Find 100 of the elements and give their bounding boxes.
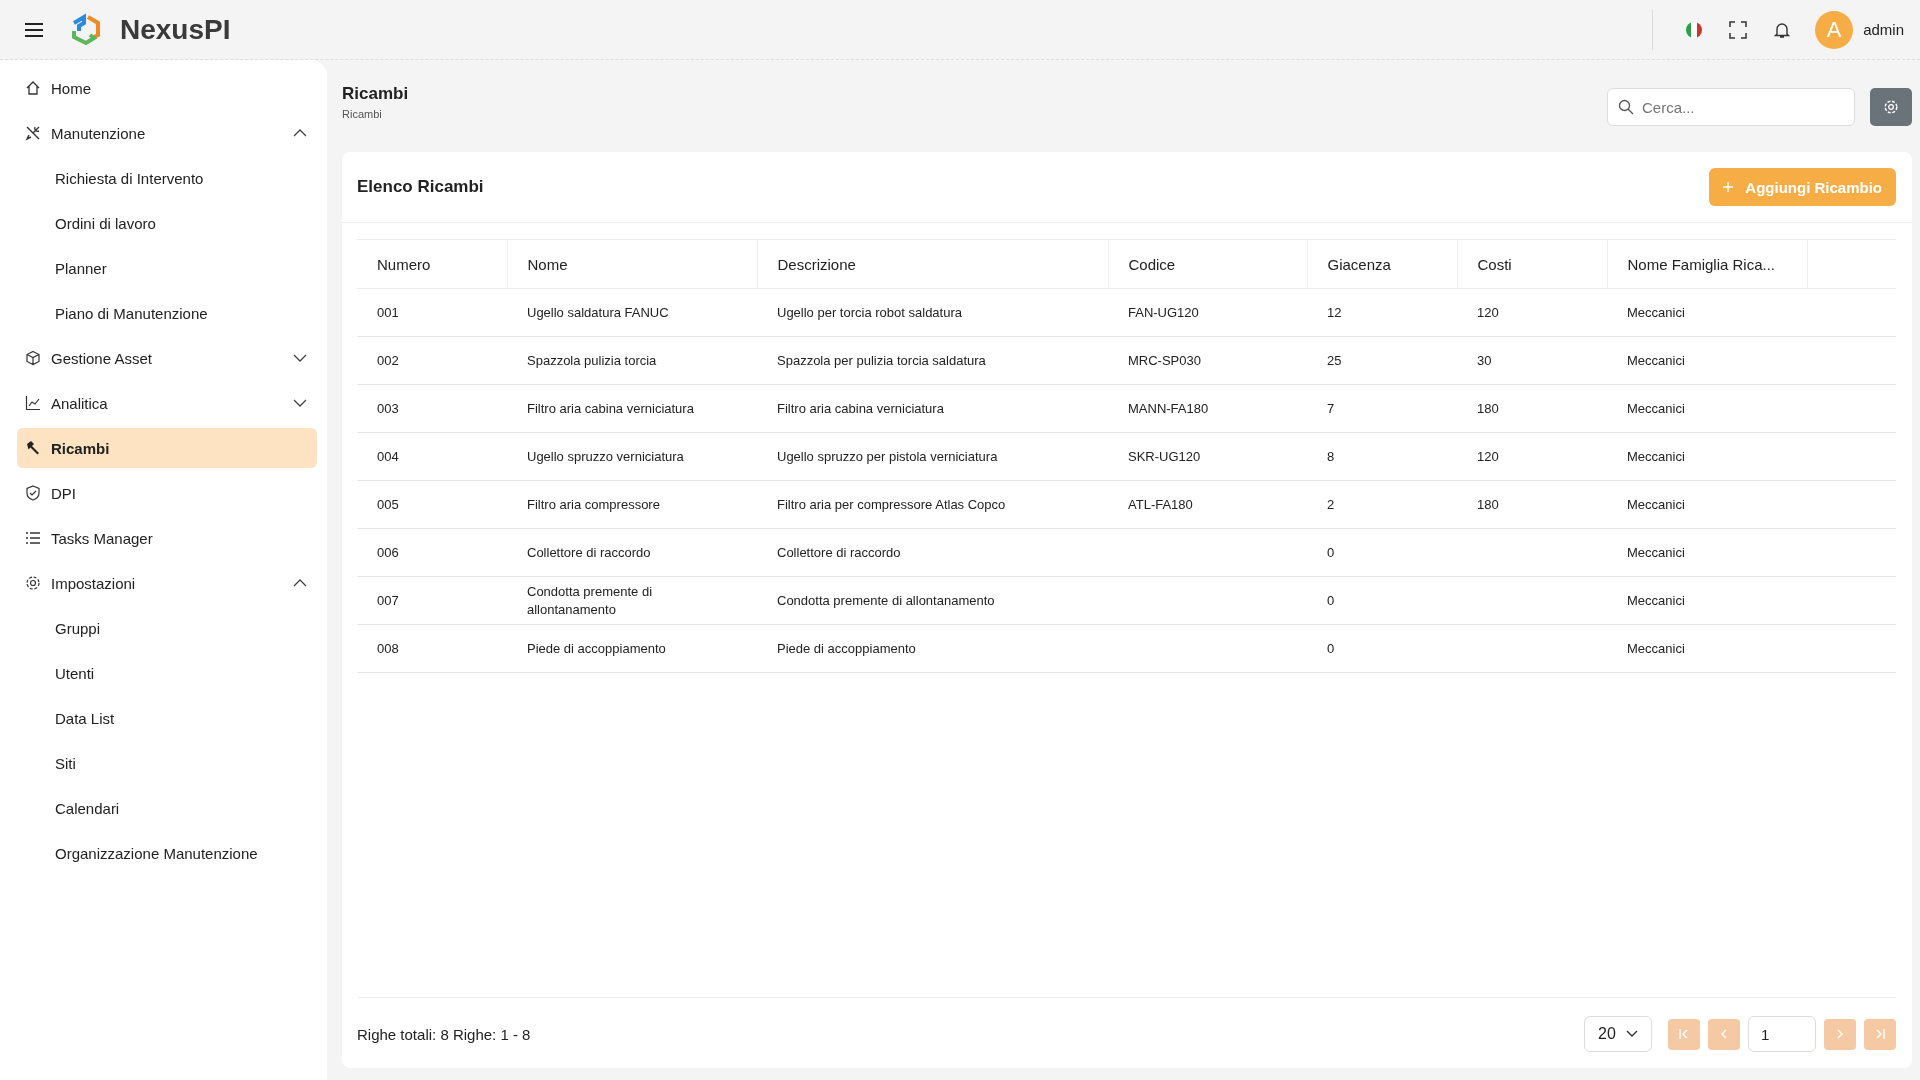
fullscreen-icon[interactable]: [1729, 20, 1748, 39]
sidebar-item[interactable]: Analitica: [17, 383, 317, 423]
table-cell: Ugello spruzzo per pistola verniciatura: [777, 448, 998, 464]
table-cell: Meccanici: [1627, 640, 1685, 656]
table-cell: 8: [1327, 448, 1335, 464]
table-cell: 007: [377, 592, 399, 608]
table-cell: MRC-SP030: [1128, 352, 1201, 368]
sidebar-item[interactable]: Impostazioni: [17, 563, 317, 603]
row-summary: Righe totali: 8 Righe: 1 - 8: [357, 1025, 531, 1043]
chevron-down-icon: [1625, 1030, 1638, 1038]
menu-icon[interactable]: [24, 21, 44, 38]
table-cell: 0: [1327, 640, 1335, 656]
table-cell: Meccanici: [1627, 304, 1685, 320]
table-cell: 002: [377, 352, 399, 368]
bell-icon[interactable]: [1773, 20, 1792, 39]
page-title: Ricambi: [342, 84, 409, 104]
plus-icon: [1723, 182, 1734, 192]
last-icon: [1874, 1028, 1886, 1040]
table-cell: Filtro aria per compressore Atlas Copco: [777, 496, 1006, 512]
table-cell: Piede di accoppiamento: [527, 640, 666, 656]
page-size-select[interactable]: 20: [1584, 1016, 1652, 1052]
column-header[interactable]: Codice: [1108, 239, 1307, 289]
table-cell: Collettore di raccordo: [777, 544, 901, 560]
table-cell: Meccanici: [1627, 400, 1685, 416]
chart-icon: [25, 395, 41, 411]
column-header[interactable]: Nome Famiglia Rica...: [1607, 239, 1807, 289]
page-number-field[interactable]: 1: [1748, 1016, 1816, 1052]
user-name[interactable]: admin: [1863, 21, 1904, 38]
sidebar-item[interactable]: DPI: [17, 473, 317, 513]
table-cell: 7: [1327, 400, 1335, 416]
table-cell: 006: [377, 544, 399, 560]
shield-icon: [25, 485, 41, 501]
table-cell: Meccanici: [1627, 544, 1685, 560]
sidebar-item[interactable]: Home: [17, 68, 317, 108]
sidebar-subitem[interactable]: Planner: [17, 248, 317, 288]
chevron-down-icon[interactable]: [293, 354, 307, 362]
table-cell: Meccanici: [1627, 352, 1685, 368]
column-header[interactable]: Nome: [507, 239, 757, 289]
flag-icon[interactable]: [1685, 20, 1704, 39]
table-cell: MANN-FA180: [1128, 400, 1209, 416]
table-cell: Spazzola pulizia torcia: [527, 352, 657, 368]
column-header[interactable]: Costi: [1457, 239, 1607, 289]
table-cell: 25: [1327, 352, 1342, 368]
search-field[interactable]: Cerca...: [1607, 88, 1855, 126]
chevron-down-icon[interactable]: [293, 399, 307, 407]
sidebar-subitem[interactable]: Ordini di lavoro: [17, 203, 317, 243]
table-cell: 12: [1327, 304, 1342, 320]
table-cell: ATL-FA180: [1128, 496, 1193, 512]
table-cell: Collettore di raccordo: [527, 544, 651, 560]
column-header[interactable]: Giacenza: [1307, 239, 1457, 289]
gear-icon: [25, 575, 41, 591]
table-cell: Ugello per torcia robot saldatura: [777, 304, 962, 320]
sidebar-subitem[interactable]: Utenti: [17, 653, 317, 693]
tools-icon: [25, 125, 41, 141]
sidebar-subitem[interactable]: Piano di Manutenzione: [17, 293, 317, 333]
breadcrumb[interactable]: Ricambi: [342, 108, 409, 120]
table-cell: FAN-UG120: [1128, 304, 1199, 320]
table-cell: Spazzola per pulizia torcia saldatura: [777, 352, 986, 368]
table-cell: Meccanici: [1627, 496, 1685, 512]
list-icon: [25, 530, 41, 546]
table-cell: Filtro aria compressore: [527, 496, 660, 512]
sidebar-item[interactable]: Ricambi: [17, 428, 317, 468]
column-header[interactable]: Numero: [357, 239, 507, 289]
sidebar-item[interactable]: Manutenzione: [17, 113, 317, 153]
sidebar-item[interactable]: Gestione Asset: [17, 338, 317, 378]
table-cell: 005: [377, 496, 399, 512]
chevron-up-icon[interactable]: [293, 129, 307, 137]
sidebar-subitem[interactable]: Data List: [17, 698, 317, 738]
table-cell: 2: [1327, 496, 1335, 512]
table-cell: Meccanici: [1627, 592, 1685, 608]
table-cell: 180: [1477, 496, 1499, 512]
table-cell: 0: [1327, 592, 1335, 608]
table-cell: SKR-UG120: [1128, 448, 1201, 464]
sidebar-subitem[interactable]: Gruppi: [17, 608, 317, 648]
table-cell: 003: [377, 400, 399, 416]
table-cell: Piede di accoppiamento: [777, 640, 916, 656]
settings-icon: [1883, 99, 1899, 115]
app-logo: NexusPI: [120, 13, 231, 46]
first-icon: [1678, 1028, 1690, 1040]
card-title: Elenco Ricambi: [357, 177, 484, 197]
table-cell: 001: [377, 304, 399, 320]
home-icon: [25, 80, 41, 96]
table-cell: 004: [377, 448, 399, 464]
table-cell: Condotta premente di allontanamento: [527, 583, 653, 617]
table-cell: 120: [1477, 304, 1499, 320]
logo-icon: [70, 12, 102, 47]
table-cell: 180: [1477, 400, 1499, 416]
table-cell: 30: [1477, 352, 1492, 368]
sidebar-subitem[interactable]: Richiesta di Intervento: [17, 158, 317, 198]
column-header[interactable]: Descrizione: [757, 239, 1108, 289]
table-cell: Meccanici: [1627, 448, 1685, 464]
sidebar-item[interactable]: Tasks Manager: [17, 518, 317, 558]
sidebar-subitem[interactable]: Siti: [17, 743, 317, 783]
sidebar-subitem[interactable]: Calendari: [17, 788, 317, 828]
settings-button[interactable]: [1870, 88, 1912, 126]
chevron-up-icon[interactable]: [293, 579, 307, 587]
sidebar-subitem[interactable]: Organizzazione Manutenzione: [17, 833, 317, 873]
table-cell: Ugello saldatura FANUC: [527, 304, 669, 320]
hammer-icon: [25, 440, 41, 456]
table-cell: 120: [1477, 448, 1499, 464]
